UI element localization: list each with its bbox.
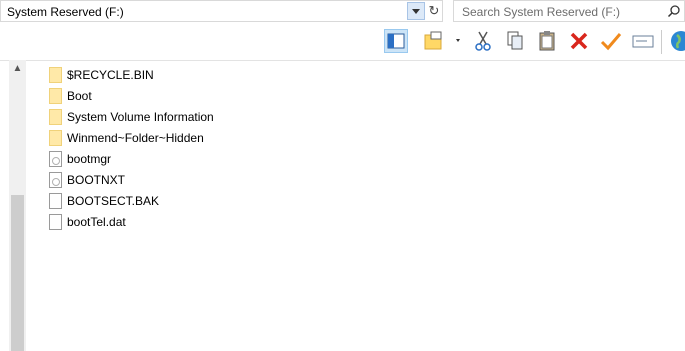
file-name: bootTel.dat [67, 215, 126, 229]
file-icon [49, 193, 62, 209]
address-bar[interactable]: System Reserved (F:) ↻ [0, 0, 443, 22]
vertical-scrollbar[interactable]: ▲ [9, 60, 26, 351]
paste-icon[interactable] [535, 29, 559, 53]
folder-icon [49, 67, 62, 83]
file-name: BOOTSECT.BAK [67, 194, 160, 208]
list-item[interactable]: $RECYCLE.BIN [49, 64, 349, 85]
file-name: Boot [67, 89, 92, 103]
file-name: Winmend~Folder~Hidden [67, 131, 204, 145]
file-name: $RECYCLE.BIN [67, 68, 154, 82]
system-file-icon [49, 172, 62, 188]
check-icon[interactable] [599, 29, 623, 53]
list-item[interactable]: bootTel.dat [49, 211, 349, 232]
scroll-up-icon[interactable]: ▲ [9, 62, 26, 76]
file-name: bootmgr [67, 152, 112, 166]
list-item[interactable]: Winmend~Folder~Hidden [49, 127, 349, 148]
copy-icon[interactable] [503, 29, 527, 53]
cut-icon[interactable] [471, 29, 495, 53]
search-placeholder: Search System Reserved (F:) [462, 5, 621, 19]
file-name: System Volume Information [67, 110, 214, 124]
refresh-icon[interactable]: ↻ [425, 2, 443, 20]
search-input[interactable]: Search System Reserved (F:) [453, 0, 685, 22]
scrollbar-thumb[interactable] [11, 195, 24, 351]
list-item[interactable]: Boot [49, 85, 349, 106]
chevron-down-icon[interactable] [407, 2, 425, 20]
layout-pane-icon[interactable] [384, 29, 408, 53]
list-item[interactable]: BOOTSECT.BAK [49, 190, 349, 211]
system-file-icon [49, 151, 62, 167]
toolbar [0, 24, 685, 61]
folder-icon [49, 109, 62, 125]
search-icon[interactable] [667, 4, 681, 18]
address-text[interactable]: System Reserved (F:) [7, 5, 124, 19]
delete-icon[interactable] [567, 29, 591, 53]
globe-icon[interactable] [667, 29, 685, 53]
folder-icon [49, 88, 62, 104]
folder-icon [49, 130, 62, 146]
new-folder-icon[interactable] [422, 29, 462, 53]
list-item[interactable]: bootmgr [49, 148, 349, 169]
file-name: BOOTNXT [67, 173, 126, 187]
file-icon [49, 214, 62, 230]
rename-icon[interactable] [631, 29, 655, 53]
list-item[interactable]: BOOTNXT [49, 169, 349, 190]
toolbar-separator [661, 30, 662, 54]
list-item[interactable]: System Volume Information [49, 106, 349, 127]
